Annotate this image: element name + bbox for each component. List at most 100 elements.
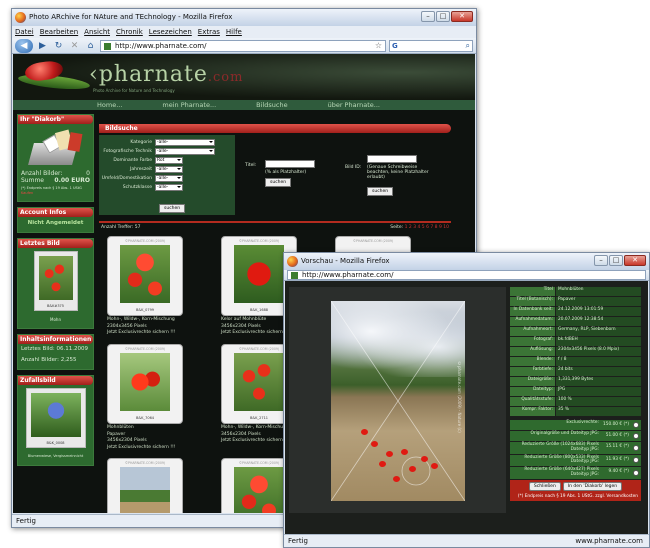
price-radio[interactable] — [631, 420, 641, 430]
home-icon[interactable]: ⌂ — [84, 39, 97, 52]
price-note: (*) Endpreis nach § 19 Abs. 1 UStG. zzgl… — [510, 492, 641, 501]
farbe-select[interactable]: Rot — [155, 157, 183, 164]
detail-value: JPG — [556, 387, 641, 396]
detail-key: Titel (Botanisch): — [510, 297, 555, 306]
preview-address-row: http://www.pharnate.com/ — [284, 270, 649, 281]
preview-photo: ©pharnate.com (2009) - Nature (c) — [331, 301, 465, 501]
price-row[interactable]: Originalgröße und Dateityp JPG: 51.00 € (… — [510, 431, 641, 441]
detail-key: Farbtiefe: — [510, 367, 555, 376]
umfeld-select[interactable]: -alle- — [155, 175, 183, 182]
detail-row: Kompr. Faktor: 35 % — [510, 407, 641, 416]
nav-home[interactable]: Home... — [97, 100, 122, 110]
menu-lesezeichen[interactable]: Lesezeichen — [149, 26, 192, 38]
preview-minimize-button[interactable]: – — [594, 255, 608, 266]
nav-ueber-pharnate[interactable]: über Pharnate... — [328, 100, 380, 110]
nav-mein-pharnate[interactable]: mein Pharnate... — [162, 100, 216, 110]
menu-datei[interactable]: Datei — [15, 26, 34, 38]
menu-chronik[interactable]: Chronik — [116, 26, 143, 38]
stop-icon[interactable]: ✕ — [68, 39, 81, 52]
detail-key: Qualitätsstufe: — [510, 397, 555, 406]
price-radio[interactable] — [631, 455, 641, 467]
price-label: Exclusivrechte: — [566, 420, 599, 425]
close-button[interactable]: ✕ — [451, 11, 473, 22]
technik-select[interactable]: -alle- — [155, 148, 215, 155]
detail-value: 20.07.2009 12:38:54 — [556, 317, 641, 326]
price-radio[interactable] — [631, 442, 641, 454]
treffer-count: Anzahl Treffer: 57 — [101, 225, 141, 230]
price-radio[interactable] — [631, 431, 641, 441]
price-label: Originalgröße und Dateityp JPG: — [530, 431, 599, 436]
menu-bearbeiten[interactable]: Bearbeiten — [40, 26, 78, 38]
address-bar[interactable]: http://www.pharnate.com/ ☆ — [100, 39, 386, 52]
minimize-button[interactable]: – — [421, 11, 435, 22]
site-favicon-icon — [104, 42, 111, 50]
main-window-title: Photo ARchive for NAture and TEchnology … — [29, 13, 233, 21]
result-tile[interactable]: ©PHARNATE.COM (2009) — [103, 458, 213, 513]
preview-close-button[interactable]: ✕ — [624, 255, 646, 266]
titel-input[interactable] — [265, 160, 315, 168]
detail-key: Blende: — [510, 357, 555, 366]
summe-note: (*) Endpreis nach § 19 Abs. 1 UStG Kaufe… — [21, 186, 82, 195]
menu-ansicht[interactable]: Ansicht — [84, 26, 110, 38]
bildid-hint: (Genaue Schreibweise beachten, keine Pla… — [367, 165, 429, 180]
bildid-search-button[interactable]: suchen — [367, 187, 394, 196]
price-radio[interactable] — [631, 467, 641, 479]
titel-search: Titel: (% als Platzhalter) suchen — [235, 135, 345, 215]
add-to-diakorb-button[interactable]: In den 'Diakorb' legen — [562, 481, 623, 491]
detail-key: Fotograf: — [510, 337, 555, 346]
detail-row: Titel (Botanisch): Papaver — [510, 297, 641, 306]
bookmark-star-icon[interactable]: ☆ — [375, 41, 382, 51]
site-favicon-icon — [291, 272, 298, 279]
nav-bildsuche[interactable]: Bildsuche — [256, 100, 287, 110]
reload-icon[interactable]: ↻ — [52, 39, 65, 52]
detail-key: In Datenbank seit: — [510, 307, 555, 316]
pagination[interactable]: 1 2 3 4 5 6 7 8 9 10 — [405, 225, 449, 230]
detail-value: Mohnblüten — [556, 287, 641, 296]
preview-maximize-button[interactable]: □ — [609, 255, 623, 266]
menu-extras[interactable]: Extras — [198, 26, 220, 38]
detail-row: Dateigröße: 1,331,399 Bytes — [510, 377, 641, 386]
letztes-bild-date: Letztes Bild: 06.11.2009 — [21, 346, 88, 352]
bildid-input[interactable] — [367, 155, 417, 163]
menu-hilfe[interactable]: Hilfe — [226, 26, 242, 38]
details-panel: Titel Mohnblüten Titel (Botanisch): Papaver… — [510, 287, 641, 501]
photo-watermark: ©pharnate.com (2009) - Nature (c) — [457, 361, 462, 433]
preview-url: http://www.pharnate.com/ — [302, 271, 394, 279]
kategorie-select[interactable]: -alle- — [155, 139, 215, 146]
search-box[interactable]: G ⌕ — [389, 39, 473, 52]
detail-value: 35 % — [556, 407, 641, 416]
result-tile[interactable]: ©PHARNATE.COM (2009) B&K_7064 Mohnblüten P… — [103, 344, 213, 451]
price-row[interactable]: Reduzierte Größe (640x427) Pixels Dateit… — [510, 467, 641, 479]
search-icon[interactable]: ⌕ — [466, 41, 470, 51]
detail-value: 24.12.2009 13:01:59 — [556, 307, 641, 316]
forward-arrow-icon[interactable]: ▶ — [36, 39, 49, 52]
schutzklasse-select[interactable]: -alle- — [155, 184, 183, 191]
schliessen-button[interactable]: Schließen — [528, 481, 561, 491]
site-logo[interactable]: ‹pharnate.com — [89, 62, 243, 87]
kaufen-link[interactable]: Kaufen — [21, 191, 33, 195]
titel-search-button[interactable]: suchen — [265, 178, 292, 187]
price-row[interactable]: Reduzierte Größe (800x533) Pixels Dateit… — [510, 454, 641, 467]
zufallsbild-title: Zufallsbild — [18, 376, 93, 385]
letztes-bild-thumb[interactable]: B&K#375 — [33, 251, 78, 311]
price-row[interactable]: Reduzierte Größe (1024x683) Pixels Datei… — [510, 442, 641, 454]
jahreszeit-select[interactable]: -alle- — [155, 166, 183, 173]
back-arrow-icon[interactable]: ◀ — [15, 38, 33, 53]
zufallsbild-thumb[interactable]: B&K_0008 — [25, 388, 86, 448]
google-icon: G — [392, 41, 398, 50]
preview-status-right: www.pharnate.com — [575, 537, 643, 545]
filter-search-button[interactable]: suchen — [159, 204, 186, 213]
zufallsbild-box: Zufallsbild B&K_0008 Blumenwiese, Vergis… — [17, 375, 94, 466]
shopping-cart-icon[interactable] — [21, 127, 90, 167]
detail-key: Kompr. Faktor: — [510, 407, 555, 416]
result-tile[interactable]: ©PHARNATE.COM (2009) B&K_0799 Mohn-, Wild… — [103, 236, 213, 337]
bildsuche-title: Bildsuche — [99, 124, 451, 133]
detail-value: 100 % — [556, 397, 641, 406]
price-row[interactable]: Exclusivrechte: 150.00 € (*) — [510, 420, 641, 430]
detail-row: Auflösung: 2304x3456 Pixels (8.0 Mpix) — [510, 347, 641, 356]
zufallsbild-caption: Blumenwiese, Vergissmeinnicht — [27, 454, 84, 458]
preview-address-bar[interactable]: http://www.pharnate.com/ — [287, 270, 646, 280]
detail-row: Qualitätsstufe: 100 % — [510, 397, 641, 406]
maximize-button[interactable]: □ — [436, 11, 450, 22]
firefox-icon — [15, 12, 26, 23]
